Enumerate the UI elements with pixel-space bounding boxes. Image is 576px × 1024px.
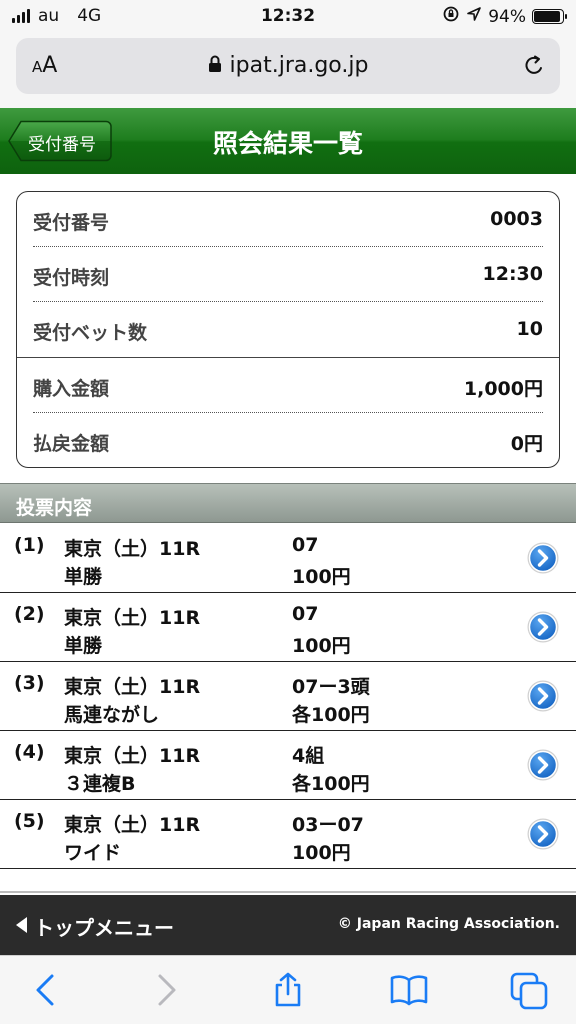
chevron-right-icon[interactable] [526, 610, 560, 644]
bet-amount: 100円 [292, 842, 351, 864]
url-text: ipat.jra.go.jp [229, 53, 369, 78]
top-menu-label: トップメニュー [34, 916, 174, 940]
bet-row[interactable]: (2) 東京（土）11R 単勝 07 100円 [0, 593, 576, 662]
bet-race: 東京（土）11R [64, 814, 201, 836]
bet-race: 東京（土）11R [64, 676, 201, 698]
bet-row[interactable]: (3) 東京（土）11R 馬連ながし 07ー3頭 各100円 [0, 662, 576, 731]
summary-card: 受付番号 0003 受付時刻 12:30 受付ベット数 10 購入金額 1,00… [16, 191, 560, 468]
divider [0, 869, 576, 893]
bet-race: 東京（土）11R [64, 607, 201, 629]
summary-row-bet-count: 受付ベット数 10 [33, 302, 543, 357]
bet-type: 単勝 [64, 566, 103, 588]
reload-icon[interactable] [522, 53, 546, 83]
location-icon [466, 6, 482, 27]
summary-label: 購入金額 [33, 378, 110, 400]
bet-combination: 07 [292, 534, 319, 556]
copyright: © Japan Racing Association. [337, 916, 560, 932]
bet-race: 東京（土）11R [64, 538, 201, 560]
bet-amount: 各100円 [292, 704, 370, 726]
bet-type: 単勝 [64, 635, 103, 657]
bookmarks-icon[interactable] [390, 972, 428, 1008]
bet-number: (4) [14, 741, 45, 763]
summary-row-receipt-time: 受付時刻 12:30 [33, 247, 543, 302]
status-bar: au 4G 12:32 94% [0, 0, 576, 32]
chevron-right-icon[interactable] [526, 679, 560, 713]
share-icon[interactable] [270, 972, 306, 1008]
bet-type: ３連複B [64, 773, 136, 795]
summary-row-receipt-number: 受付番号 0003 [33, 192, 543, 247]
summary-label: 受付番号 [33, 212, 110, 234]
triangle-left-icon [14, 915, 28, 939]
bet-amount: 各100円 [292, 773, 370, 795]
page-title: 照会結果一覧 [212, 129, 363, 158]
bet-row[interactable]: (1) 東京（土）11R 単勝 07 100円 [0, 524, 576, 593]
bet-number: (1) [14, 534, 45, 556]
top-menu-link[interactable]: トップメニュー [14, 912, 174, 941]
summary-row-payout-amount: 払戻金額 0円 [33, 413, 543, 468]
battery-icon [532, 9, 567, 24]
bet-amount: 100円 [292, 635, 351, 657]
bet-amount: 100円 [292, 566, 351, 588]
page-header: 受付番号 照会結果一覧 [0, 108, 576, 174]
orientation-lock-icon [442, 5, 460, 28]
summary-value: 0003 [490, 208, 543, 230]
bet-race: 東京（土）11R [64, 745, 201, 767]
browser-toolbar [0, 955, 576, 1024]
summary-value: 12:30 [482, 263, 543, 285]
bet-list: (1) 東京（土）11R 単勝 07 100円 (2) 東京（土）11R 単勝 … [0, 524, 576, 869]
bet-number: (5) [14, 810, 45, 832]
summary-row-purchase-amount: 購入金額 1,000円 [33, 358, 543, 413]
chevron-right-icon[interactable] [526, 748, 560, 782]
tabs-icon[interactable] [510, 972, 548, 1010]
summary-value: 0円 [510, 433, 543, 455]
footer: トップメニュー © Japan Racing Association. [0, 895, 576, 955]
forward-arrow-icon[interactable] [148, 972, 184, 1008]
bet-number: (3) [14, 672, 45, 694]
section-title: 投票内容 [16, 497, 93, 519]
chevron-right-icon[interactable] [526, 541, 560, 575]
bet-row[interactable]: (5) 東京（土）11R ワイド 03ー07 100円 [0, 800, 576, 869]
bet-row[interactable]: (4) 東京（土）11R ３連複B 4組 各100円 [0, 731, 576, 800]
summary-value: 1,000円 [463, 378, 543, 400]
bet-combination: 07ー3頭 [292, 676, 370, 698]
summary-label: 払戻金額 [33, 433, 110, 455]
summary-value: 10 [516, 318, 543, 340]
summary-label: 受付時刻 [33, 267, 110, 289]
browser-url-area: AA ipat.jra.go.jp [0, 32, 576, 108]
bet-type: ワイド [64, 842, 122, 864]
summary-label: 受付ベット数 [33, 322, 148, 344]
address-bar[interactable]: AA ipat.jra.go.jp [16, 38, 560, 94]
section-header: 投票内容 [0, 483, 576, 523]
back-arrow-icon[interactable] [28, 972, 64, 1008]
bet-combination: 03ー07 [292, 814, 364, 836]
bet-number: (2) [14, 603, 45, 625]
bet-combination: 07 [292, 603, 319, 625]
bet-type: 馬連ながし [64, 704, 160, 726]
battery-percent: 94% [488, 6, 526, 27]
chevron-right-icon[interactable] [526, 817, 560, 851]
lock-icon [208, 54, 222, 79]
bet-combination: 4組 [292, 745, 325, 767]
